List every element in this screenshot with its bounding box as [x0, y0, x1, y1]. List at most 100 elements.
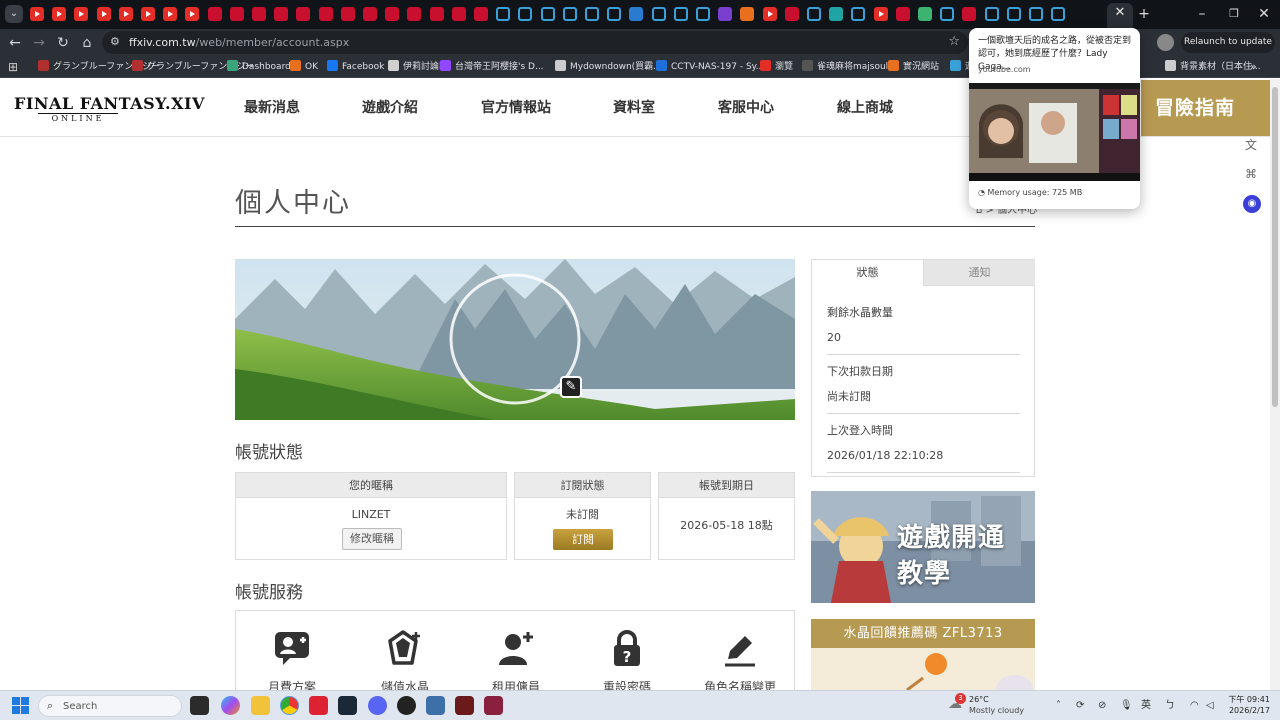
service-rename-character[interactable]: 角色名稱變更: [690, 629, 790, 694]
bookmark-item[interactable]: 瀏覽: [760, 59, 793, 75]
nav-game-intro[interactable]: 遊戲介紹: [362, 99, 418, 117]
tab-favicon-icon[interactable]: [318, 7, 333, 21]
tab-favicon-icon[interactable]: [629, 7, 644, 21]
tab-favicon-icon[interactable]: [407, 7, 422, 21]
copilot-icon[interactable]: [221, 696, 240, 715]
tab-favicon-icon[interactable]: [962, 7, 977, 21]
file-explorer-icon[interactable]: [251, 696, 270, 715]
nav-news[interactable]: 最新消息: [244, 99, 300, 117]
service-monthly-plan[interactable]: 月費方案: [242, 629, 342, 694]
tab-favicon-icon[interactable]: [696, 7, 710, 21]
tab-favicon-icon[interactable]: [252, 7, 266, 21]
game-activation-tutorial-banner[interactable]: 遊戲開通 教學: [811, 491, 1035, 603]
calculator-icon[interactable]: [426, 696, 445, 715]
tab-favicon-icon[interactable]: [585, 7, 599, 21]
tab-favicon-icon[interactable]: [274, 7, 289, 21]
tab-favicon-icon[interactable]: [718, 7, 733, 21]
tab-favicon-icon[interactable]: [229, 7, 244, 21]
close-tab-icon[interactable]: ✕: [1112, 5, 1128, 21]
tab-favicon-icon[interactable]: [1029, 7, 1043, 21]
bookmark-item[interactable]: Mydowndown(買霸...: [555, 59, 662, 75]
sync-icon[interactable]: ⟳: [1076, 698, 1084, 714]
assistant-icon[interactable]: ◉: [1243, 195, 1261, 213]
ime-indicator[interactable]: 英: [1141, 698, 1151, 714]
volume-icon[interactable]: ◁: [1206, 698, 1214, 714]
bookmark-item[interactable]: Dashboard: [227, 59, 291, 75]
bookmark-item[interactable]: 背景素材（日本住...: [1165, 59, 1261, 75]
forward-button[interactable]: →: [28, 32, 50, 54]
tab-favicon-icon[interactable]: [451, 7, 466, 21]
bookmark-item[interactable]: 台灣帝王阿櫻接's D...: [440, 59, 544, 75]
tab-favicon-icon[interactable]: [474, 7, 488, 21]
bookmark-star-icon[interactable]: ☆: [948, 34, 960, 49]
ffxiv-logo[interactable]: FINAL FANTASY.XIV ONLINE: [14, 95, 204, 125]
wifi-icon[interactable]: ◠: [1190, 698, 1199, 714]
tab-search-button[interactable]: ⌄: [5, 5, 23, 23]
tab-favicon-icon[interactable]: [895, 7, 910, 21]
page-scrollbar[interactable]: [1270, 79, 1280, 690]
tab-favicon-icon[interactable]: [30, 7, 44, 21]
reload-button[interactable]: ↻: [52, 32, 74, 54]
tab-favicon-icon[interactable]: [540, 7, 555, 21]
tab-favicon-icon[interactable]: [807, 7, 821, 21]
tab-favicon-icon[interactable]: [296, 7, 311, 21]
extensions-icon[interactable]: ⌘: [1243, 166, 1259, 182]
edit-profile-image-icon[interactable]: ✎: [560, 376, 582, 398]
tab-favicon-icon[interactable]: [762, 7, 777, 21]
tab-favicon-icon[interactable]: [74, 7, 89, 21]
bookmark-item[interactable]: 雀魂麻将majsoul: [802, 59, 888, 75]
tab-favicon-icon[interactable]: [385, 7, 400, 21]
tab-favicon-icon[interactable]: [185, 7, 200, 21]
service-reset-password[interactable]: ? 重設密碼: [577, 629, 677, 694]
more-bookmarks-icon[interactable]: »: [1250, 59, 1257, 75]
game-launcher-icon[interactable]: [455, 696, 474, 715]
scroll-thumb[interactable]: [1272, 87, 1278, 407]
tab-status[interactable]: 狀態: [812, 260, 923, 286]
tab-favicon-icon[interactable]: [784, 7, 799, 21]
discord-icon[interactable]: [368, 696, 387, 715]
app-dark-icon[interactable]: [397, 696, 416, 715]
nav-library[interactable]: 資料室: [613, 99, 655, 117]
tab-favicon-icon[interactable]: [673, 7, 688, 21]
microphone-icon[interactable]: 🎙: [1120, 698, 1133, 714]
profile-avatar[interactable]: [1157, 34, 1174, 51]
tab-favicon-icon[interactable]: [918, 7, 932, 21]
url-field[interactable]: ⚙ ffxiv.com.tw/web/member/account.aspx ☆: [102, 31, 968, 54]
app-red-icon[interactable]: [309, 696, 328, 715]
network-off-icon[interactable]: ⊘: [1098, 698, 1106, 714]
bookmark-item[interactable]: Facebook: [327, 59, 384, 75]
tab-favicon-icon[interactable]: [1006, 7, 1021, 21]
tab-favicon-icon[interactable]: [851, 7, 866, 21]
tab-favicon-icon[interactable]: [562, 7, 577, 21]
tab-favicon-icon[interactable]: [96, 7, 111, 21]
maximize-button[interactable]: ❐: [1220, 4, 1248, 24]
app-maroon-icon[interactable]: [484, 696, 503, 715]
tab-favicon-icon[interactable]: [1051, 7, 1066, 21]
tab-favicon-icon[interactable]: [607, 7, 622, 21]
tab-favicon-icon[interactable]: [207, 7, 222, 21]
site-info-icon[interactable]: ⚙: [110, 35, 124, 49]
bookmark-item[interactable]: CCTV-NAS-197 - Sy...: [656, 59, 764, 75]
tab-favicon-icon[interactable]: [984, 7, 999, 21]
tab-favicon-icon[interactable]: [651, 7, 666, 21]
tab-favicon-icon[interactable]: [829, 7, 844, 21]
service-retainer[interactable]: 租用傭員: [466, 629, 566, 694]
steam-icon[interactable]: [338, 696, 357, 715]
adventure-guide-button[interactable]: 冒險指南: [1141, 80, 1270, 136]
home-button[interactable]: ⌂: [76, 32, 98, 54]
tab-notifications[interactable]: 通知: [923, 260, 1035, 286]
service-crystal-topup[interactable]: 儲值水晶: [355, 629, 455, 694]
tab-favicon-icon[interactable]: [518, 7, 533, 21]
back-button[interactable]: ←: [4, 32, 26, 54]
chrome-icon[interactable]: [280, 696, 299, 715]
ime-mode-icon[interactable]: ㄅ: [1165, 698, 1175, 714]
tab-favicon-icon[interactable]: [740, 7, 755, 21]
translate-icon[interactable]: 文: [1243, 137, 1259, 153]
tab-favicon-icon[interactable]: [496, 7, 511, 21]
bookmark-item[interactable]: OK: [290, 59, 318, 75]
windows-start-icon[interactable]: [12, 697, 29, 714]
show-hidden-icons[interactable]: ˄: [1056, 698, 1061, 714]
task-view-icon[interactable]: [190, 696, 209, 715]
tab-favicon-icon[interactable]: [940, 7, 955, 21]
referral-code-banner[interactable]: 水晶回饋推薦碼 ZFL3713: [811, 619, 1035, 690]
